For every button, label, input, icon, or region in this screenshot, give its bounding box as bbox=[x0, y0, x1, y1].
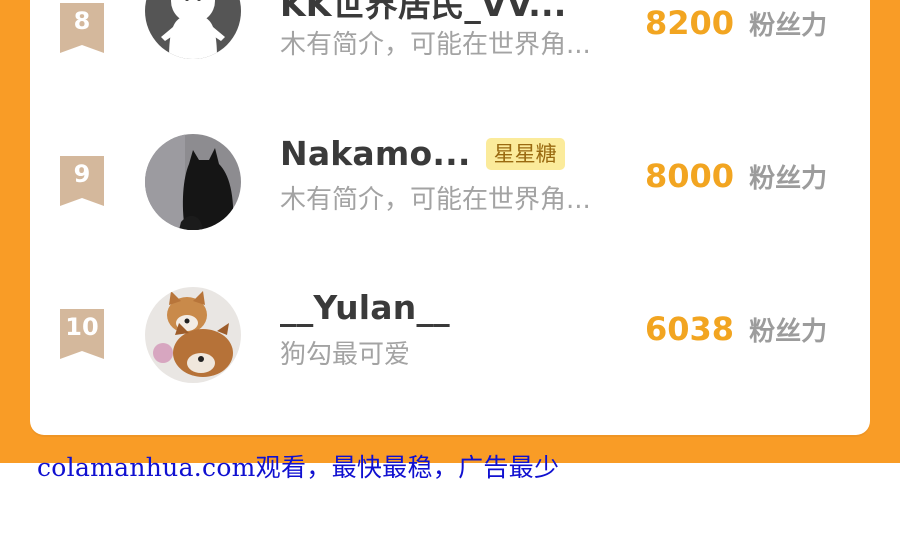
fans-number: 8000 bbox=[645, 157, 735, 195]
fans-score: 6038 粉丝力 bbox=[645, 310, 827, 348]
leaderboard-frame: 8 KK世界居民_VV... 木有简介，可能在世界角... 8200 粉丝力 9… bbox=[0, 0, 900, 463]
name-line: KK世界居民_VV... bbox=[280, 0, 566, 24]
avatar[interactable] bbox=[145, 0, 241, 59]
username[interactable]: Nakamo... bbox=[280, 134, 471, 173]
fans-score: 8200 粉丝力 bbox=[645, 4, 827, 42]
user-tag-badge: 星星糖 bbox=[485, 137, 565, 170]
user-bio: 木有简介，可能在世界角... bbox=[280, 185, 591, 215]
fans-ranking-card: 8 KK世界居民_VV... 木有简介，可能在世界角... 8200 粉丝力 9… bbox=[30, 0, 870, 435]
rank-badge: 9 bbox=[60, 156, 104, 206]
user-bio: 木有简介，可能在世界角... bbox=[280, 30, 591, 60]
black-cat-silhouette-avatar-icon bbox=[145, 134, 241, 230]
shiba-dogs-avatar-icon bbox=[145, 287, 241, 383]
rank-badge: 10 bbox=[60, 309, 104, 359]
rank-number: 9 bbox=[73, 160, 91, 188]
ranking-row-9[interactable]: 9 Nakamo... 星星糖 木有简介，可能在世界角... 8000 粉丝力 bbox=[30, 129, 870, 249]
fans-label: 粉丝力 bbox=[749, 10, 828, 41]
rank-number: 10 bbox=[65, 313, 99, 341]
fans-number: 8200 bbox=[645, 4, 735, 42]
name-line: Nakamo... 星星糖 bbox=[280, 134, 565, 178]
rank-number: 8 bbox=[73, 7, 91, 35]
footer-watermark-text: colamanhua.com观看，最快最稳，广告最少 bbox=[37, 453, 560, 482]
fans-label: 粉丝力 bbox=[749, 316, 828, 347]
username[interactable]: __Yulan__ bbox=[280, 288, 450, 327]
avatar[interactable] bbox=[145, 287, 241, 383]
white-ghost-character-avatar-icon bbox=[145, 0, 241, 59]
fans-number: 6038 bbox=[645, 310, 735, 348]
name-line: __Yulan__ bbox=[280, 288, 450, 332]
fans-score: 8000 粉丝力 bbox=[645, 157, 827, 195]
rank-badge: 8 bbox=[60, 3, 104, 53]
ranking-row-10[interactable]: 10 __Yulan__ 狗勾最可爱 6038 粉丝力 bbox=[30, 282, 870, 402]
avatar[interactable] bbox=[145, 134, 241, 230]
user-bio: 狗勾最可爱 bbox=[280, 340, 411, 370]
ranking-row-8[interactable]: 8 KK世界居民_VV... 木有简介，可能在世界角... 8200 粉丝力 bbox=[30, 0, 870, 96]
username[interactable]: KK世界居民_VV... bbox=[280, 0, 566, 24]
fans-label: 粉丝力 bbox=[749, 163, 828, 194]
